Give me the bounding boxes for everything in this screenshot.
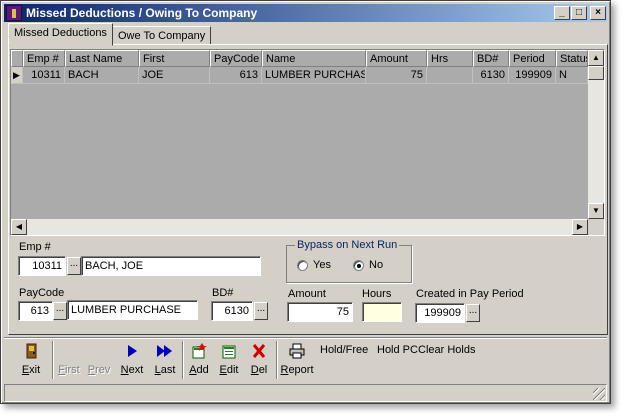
report-label: Report <box>280 364 314 376</box>
toolbar-separator <box>276 341 278 379</box>
column-header[interactable]: Emp # <box>23 50 65 67</box>
cell-first[interactable]: JOE <box>139 67 210 84</box>
bd-label: BD# <box>212 287 234 299</box>
delete-x-icon <box>252 344 266 358</box>
next-arrow-icon <box>128 345 137 357</box>
add-label: Add <box>189 364 209 376</box>
row-header-corner <box>11 50 23 67</box>
cell-amount[interactable]: 75 <box>366 67 427 84</box>
main-window: Missed Deductions / Owing To Company _ □… <box>0 0 611 404</box>
cell-period[interactable]: 199909 <box>509 67 556 84</box>
last-label: Last <box>154 364 176 376</box>
deductions-grid[interactable]: Emp # Last Name First PayCode Name Amoun… <box>10 49 605 236</box>
cell-last-name[interactable]: BACH <box>65 67 139 84</box>
amount-field[interactable]: 75 <box>287 302 353 322</box>
column-header[interactable]: PayCode <box>210 50 262 67</box>
del-label: Del <box>250 364 268 376</box>
cell-emp[interactable]: 10311 <box>23 67 65 84</box>
scroll-left-icon[interactable]: ◀ <box>11 219 27 235</box>
tab-owe-to-company[interactable]: Owe To Company <box>112 26 212 45</box>
created-period-lookup-button[interactable]: ... <box>466 304 480 322</box>
cell-name[interactable]: LUMBER PURCHASE <box>262 67 366 84</box>
created-period-field[interactable]: 199909 <box>415 303 465 323</box>
add-record-icon <box>192 343 207 359</box>
column-header[interactable]: BD# <box>473 50 509 67</box>
column-header[interactable]: Period <box>509 50 556 67</box>
amount-label: Amount <box>288 288 326 300</box>
emp-number-field[interactable]: 10311 <box>18 256 66 276</box>
title-bar[interactable]: Missed Deductions / Owing To Company _ □… <box>4 4 607 22</box>
first-button[interactable]: First <box>56 341 82 381</box>
no-radio[interactable] <box>353 260 364 271</box>
tab-missed-deductions[interactable]: Missed Deductions <box>8 23 113 46</box>
emp-label: Emp # <box>19 241 51 253</box>
hours-field[interactable] <box>362 302 402 322</box>
column-header[interactable]: Status <box>556 50 588 67</box>
column-header[interactable]: Hrs <box>427 50 473 67</box>
paycode-lookup-button[interactable]: ... <box>53 302 67 320</box>
app-icon <box>6 5 22 21</box>
bd-field[interactable]: 6130 <box>211 301 253 321</box>
emp-name-field[interactable]: BACH, JOE <box>81 256 261 276</box>
last-button[interactable]: Last <box>150 341 180 381</box>
maximize-button[interactable]: □ <box>571 6 587 20</box>
next-button[interactable]: Next <box>116 341 148 381</box>
prev-button[interactable]: Prev <box>84 341 114 381</box>
column-header[interactable]: First <box>139 50 210 67</box>
scroll-right-icon[interactable]: ▶ <box>572 219 588 235</box>
delete-button[interactable]: Del <box>246 341 272 381</box>
resize-grip-icon[interactable] <box>593 388 605 400</box>
window-title: Missed Deductions / Owing To Company <box>26 6 258 20</box>
exit-label: Exit <box>21 364 41 376</box>
no-label[interactable]: No <box>369 259 383 271</box>
paycode-name-field[interactable]: LUMBER PURCHASE <box>67 300 198 320</box>
first-label: First <box>58 364 80 376</box>
column-header[interactable]: Amount <box>366 50 427 67</box>
clear-holds-button[interactable]: Clear Holds <box>418 344 475 356</box>
door-icon <box>26 343 37 359</box>
last-arrow-icon <box>157 345 172 357</box>
scroll-up-icon[interactable]: ▲ <box>588 50 604 66</box>
exit-button[interactable]: Exit <box>16 341 46 381</box>
hold-free-button[interactable]: Hold/Free <box>320 344 368 356</box>
scroll-down-icon[interactable]: ▼ <box>588 203 604 219</box>
scrollbar-corner <box>588 219 604 235</box>
report-button[interactable]: Report <box>280 341 314 381</box>
hold-pc-button[interactable]: Hold PC <box>377 344 418 356</box>
vertical-scrollbar[interactable]: ▲ ▼ <box>588 50 604 219</box>
hours-label: Hours <box>362 288 392 300</box>
cell-hrs[interactable] <box>427 67 473 84</box>
close-button[interactable]: × <box>590 6 606 20</box>
yes-label[interactable]: Yes <box>313 259 331 271</box>
edit-label: Edit <box>219 364 239 376</box>
next-label: Next <box>120 364 144 376</box>
minimize-button[interactable]: _ <box>554 6 570 20</box>
toolbar-separator <box>182 341 184 379</box>
created-period-label: Created in Pay Period <box>416 288 524 300</box>
scroll-thumb[interactable] <box>588 66 604 80</box>
column-header[interactable]: Last Name <box>65 50 139 67</box>
column-header[interactable]: Name <box>262 50 366 67</box>
cell-paycode[interactable]: 613 <box>210 67 262 84</box>
prev-label: Prev <box>87 364 111 376</box>
status-bar <box>4 384 607 402</box>
toolbar: Exit First Prev Next Last Add Edit Del R… <box>4 337 607 382</box>
cell-status[interactable]: N <box>556 67 588 84</box>
bypass-label: Bypass on Next Run <box>295 239 400 251</box>
paycode-label: PayCode <box>19 287 65 299</box>
row-pointer-icon: ▶ <box>11 67 23 84</box>
cell-bd[interactable]: 6130 <box>473 67 509 84</box>
horizontal-scrollbar[interactable]: ◀ ▶ <box>11 219 588 235</box>
edit-record-icon <box>222 345 236 359</box>
add-button[interactable]: Add <box>186 341 212 381</box>
paycode-field[interactable]: 613 <box>18 301 53 321</box>
toolbar-separator <box>52 341 54 379</box>
printer-icon <box>289 343 305 359</box>
edit-button[interactable]: Edit <box>216 341 242 381</box>
bd-lookup-button[interactable]: ... <box>254 302 268 320</box>
yes-radio[interactable] <box>297 260 308 271</box>
bypass-group: Bypass on Next Run Yes No <box>286 239 412 283</box>
emp-lookup-button[interactable]: ... <box>67 257 81 275</box>
